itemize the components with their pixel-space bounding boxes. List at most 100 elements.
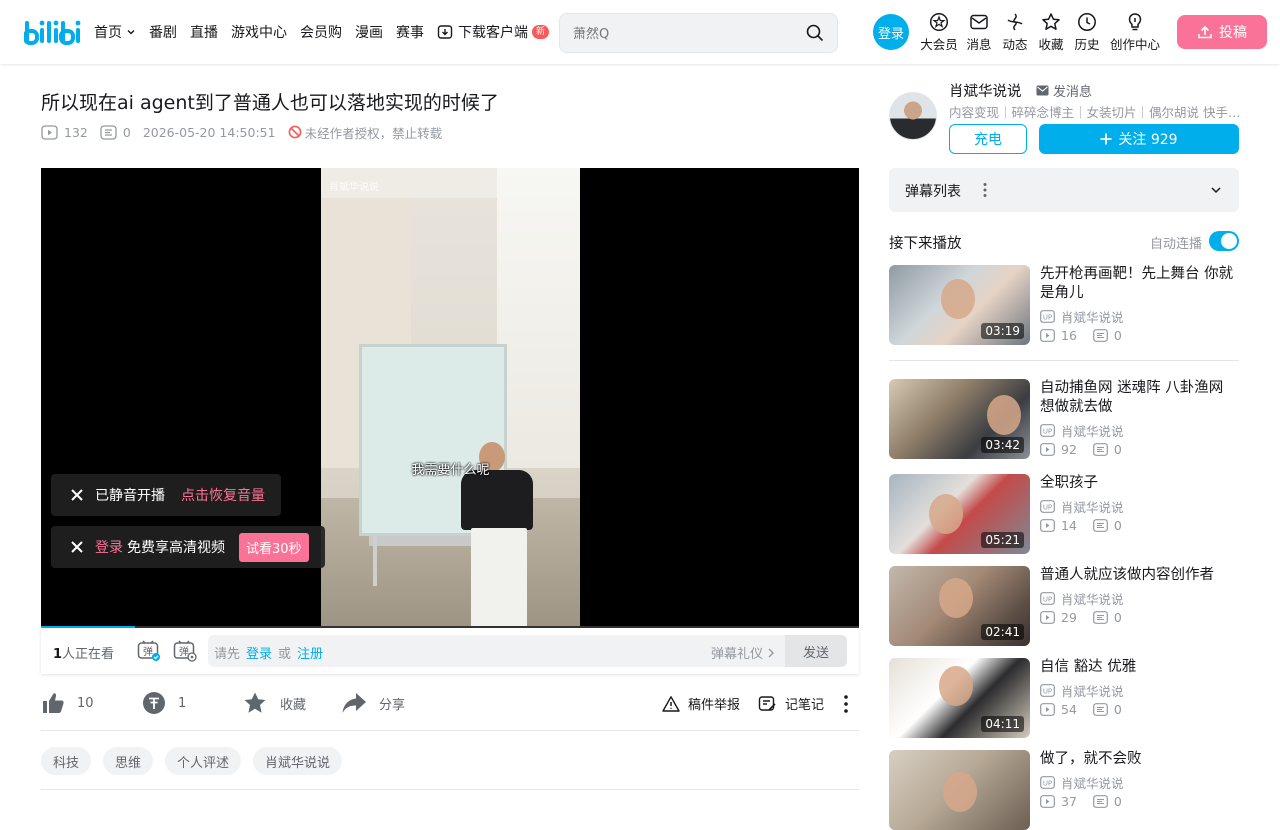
coin-button[interactable]: 1	[142, 691, 186, 715]
restore-volume-link[interactable]: 点击恢复音量	[181, 485, 265, 505]
video-thumbnail[interactable]: 04:11	[889, 658, 1030, 738]
recommended-video[interactable]: 02:41 普通人就应该做内容创作者 UP 肖斌华说说 29 0	[889, 566, 1239, 646]
header-vip[interactable]: 大会员	[917, 12, 961, 53]
favorite-icon	[1042, 13, 1060, 30]
favorite-button[interactable]: 收藏	[242, 691, 306, 715]
search-icon[interactable]	[806, 24, 824, 42]
coin-icon	[143, 692, 165, 714]
danmaku-count-value: 0	[1113, 702, 1122, 717]
follow-button[interactable]: 关注 929	[1039, 124, 1239, 154]
trial-button[interactable]: 试看30秒	[239, 532, 309, 562]
video-duration: 03:19	[981, 323, 1024, 339]
tag-item[interactable]: 科技	[41, 747, 92, 775]
nav-esports[interactable]: 赛事	[396, 22, 424, 42]
danmaku-count-icon	[1093, 443, 1108, 456]
more-icon[interactable]	[842, 694, 850, 714]
recommended-uploader[interactable]: UP 肖斌华说说	[1040, 681, 1124, 700]
video-thumbnail[interactable]: 03:19	[889, 265, 1030, 345]
recommended-uploader[interactable]: UP 肖斌华说说	[1040, 773, 1124, 792]
close-icon[interactable]	[69, 539, 85, 555]
share-button[interactable]: 分享	[341, 691, 405, 715]
danmaku-count-value: 0	[1113, 328, 1122, 343]
nav-live[interactable]: 直播	[190, 22, 218, 42]
notes-button[interactable]: 记笔记	[758, 694, 824, 713]
up-badge-icon: UP	[1040, 500, 1055, 513]
video-thumbnail[interactable]: 02:41	[889, 566, 1030, 646]
send-message-link[interactable]: 发消息	[1036, 81, 1092, 100]
danmaku-settings-icon[interactable]: 弹	[173, 640, 197, 662]
svg-text:UP: UP	[1043, 314, 1052, 322]
danmaku-register-link[interactable]: 注册	[297, 643, 323, 662]
nav-download-client[interactable]: 下载客户端 新	[437, 22, 550, 42]
search-input[interactable]	[573, 24, 793, 44]
recommended-uploader[interactable]: UP 肖斌华说说	[1040, 497, 1124, 516]
divider	[41, 730, 859, 731]
upload-button[interactable]: 投稿	[1177, 15, 1267, 49]
header-dynamic[interactable]: 动态	[997, 12, 1033, 53]
video-thumbnail[interactable]: 03:42	[889, 379, 1030, 459]
toast-login-link[interactable]: 登录	[95, 537, 123, 557]
tag-item[interactable]: 思维	[103, 747, 154, 775]
video-player[interactable]: 肖斌华说说 我需要什么呢 已静音开播 点击恢复音量 登录 免费享高清视频 试看3…	[41, 168, 859, 628]
svg-text:UP: UP	[1043, 688, 1052, 696]
autoplay-toggle[interactable]	[1209, 231, 1239, 251]
nav-game-center[interactable]: 游戏中心	[231, 22, 287, 42]
header-creator-center[interactable]: 创作中心	[1105, 12, 1165, 53]
play-count-value: 16	[1061, 328, 1077, 343]
recommended-video[interactable]: 做了，就不会败 UP 肖斌华说说 37 0	[889, 750, 1239, 830]
header-favorites[interactable]: 收藏	[1033, 12, 1069, 53]
divider	[889, 360, 1239, 361]
nav-manga[interactable]: 漫画	[355, 22, 383, 42]
video-thumbnail[interactable]: 05:21	[889, 474, 1030, 554]
close-icon[interactable]	[69, 487, 85, 503]
recommended-video-title[interactable]: 全职孩子	[1040, 474, 1239, 493]
recommended-video-title[interactable]: 做了，就不会败	[1040, 750, 1239, 769]
prompt-before: 请先	[214, 647, 241, 662]
header-messages[interactable]: 消息	[961, 12, 997, 53]
danmaku-toggle-icon[interactable]: 弹	[137, 640, 161, 662]
tag-item[interactable]: 个人评述	[165, 747, 242, 775]
viewer-count: 1人正在看	[53, 643, 114, 662]
danmaku-etiquette-link[interactable]: 弹幕礼仪	[711, 643, 777, 662]
recommended-uploader[interactable]: UP 肖斌华说说	[1040, 307, 1124, 326]
danmaku-send-button[interactable]: 发送	[785, 635, 847, 667]
recommended-video[interactable]: 05:21 全职孩子 UP 肖斌华说说 14 0	[889, 474, 1239, 554]
nav-home-label: 首页	[94, 25, 122, 41]
play-count-icon	[1040, 703, 1055, 716]
danmaku-count-value: 0	[1113, 610, 1122, 625]
favorite-label: 收藏	[280, 697, 307, 713]
nav-anime[interactable]: 番剧	[149, 22, 177, 42]
up-badge-icon: UP	[1040, 592, 1055, 605]
uploader-avatar[interactable]	[889, 92, 937, 140]
report-button[interactable]: 稿件举报	[662, 694, 740, 713]
nav-home[interactable]: 首页	[94, 22, 136, 42]
video-thumbnail[interactable]	[889, 750, 1030, 830]
recommended-video-title[interactable]: 自信 豁达 优雅	[1040, 658, 1239, 677]
danmaku-list-panel[interactable]: 弹幕列表	[889, 168, 1239, 212]
download-icon	[437, 25, 453, 39]
recommended-video[interactable]: 03:19 先开枪再画靶！先上舞台 你就是角儿 UP 肖斌华说说 16 0	[889, 265, 1239, 345]
thumbnail-face	[987, 395, 1021, 435]
danmaku-login-link[interactable]: 登录	[246, 643, 272, 662]
danmaku-input[interactable]: 请先 登录 或 注册 弹幕礼仪 发送	[208, 635, 847, 667]
recommended-uploader-name: 肖斌华说说	[1061, 592, 1124, 607]
recommended-video-title[interactable]: 普通人就应该做内容创作者	[1040, 566, 1239, 585]
header-history[interactable]: 历史	[1069, 12, 1105, 53]
tag-item[interactable]: 肖斌华说说	[253, 747, 343, 775]
charge-button[interactable]: 充电	[949, 124, 1027, 154]
play-count-value: 132	[64, 124, 88, 140]
recommended-video-title[interactable]: 先开枪再画靶！先上舞台 你就是角儿	[1040, 265, 1239, 303]
more-icon[interactable]	[982, 182, 988, 198]
bilibili-logo[interactable]	[24, 17, 86, 47]
recommended-video-title[interactable]: 自动捕鱼网 迷魂阵 八卦渔网 想做就去做	[1040, 379, 1239, 417]
uploader-name[interactable]: 肖斌华说说	[949, 80, 1022, 101]
recommended-video[interactable]: 04:11 自信 豁达 优雅 UP 肖斌华说说 54 0	[889, 658, 1239, 738]
recommended-video[interactable]: 03:42 自动捕鱼网 迷魂阵 八卦渔网 想做就去做 UP 肖斌华说说 92 0	[889, 379, 1239, 459]
recommended-stats: 14 0	[1040, 518, 1122, 533]
nav-shop[interactable]: 会员购	[300, 22, 342, 42]
tag-list: 科技 思维 个人评述 肖斌华说说	[41, 747, 354, 775]
recommended-uploader[interactable]: UP 肖斌华说说	[1040, 421, 1124, 440]
recommended-uploader[interactable]: UP 肖斌华说说	[1040, 589, 1124, 608]
login-avatar-button[interactable]: 登录	[873, 14, 909, 50]
like-button[interactable]: 10	[41, 691, 94, 715]
